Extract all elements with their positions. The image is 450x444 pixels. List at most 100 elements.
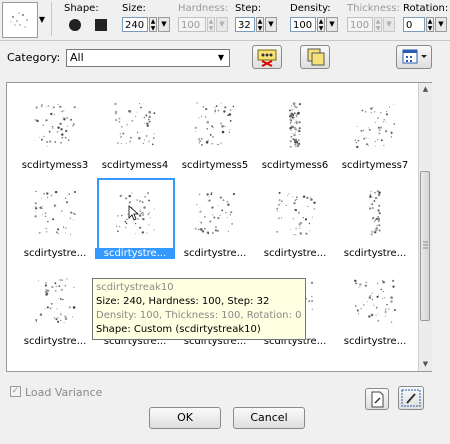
- brush-tip-button[interactable]: [398, 386, 424, 410]
- size-input[interactable]: 240: [122, 17, 148, 32]
- density-input[interactable]: 100: [290, 17, 316, 32]
- brush-name: scdirtystre...: [23, 248, 87, 259]
- brush-preset-dropdown-arrow[interactable]: ▼: [37, 14, 47, 26]
- brush-preview-icon: [10, 12, 28, 28]
- brush-item[interactable]: scdirtystre...: [335, 179, 415, 263]
- brush-name: scdirtymess7: [341, 160, 409, 171]
- tooltip-line-shape: Shape: Custom (scdirtystreak10): [96, 324, 261, 335]
- vertical-scrollbar[interactable]: ▲ ▼: [418, 83, 432, 371]
- step-spinner[interactable]: ▲ ▼: [256, 17, 264, 32]
- size-label: Size:: [122, 3, 146, 14]
- brush-name: scdirtymess4: [101, 160, 169, 171]
- brush-item[interactable]: scdirtystre...: [15, 179, 95, 263]
- brush-name: scdirtymess5: [181, 160, 249, 171]
- size-dropdown[interactable]: ▼: [158, 17, 170, 32]
- view-options-button[interactable]: [396, 45, 432, 69]
- brush-name: scdirtystre...: [23, 336, 87, 347]
- brush-stroke-icon: [116, 192, 155, 235]
- round-shape-button[interactable]: [66, 16, 84, 34]
- brush-item[interactable]: scdirtymess7: [335, 91, 415, 175]
- thickness-label: Thickness:: [347, 3, 400, 14]
- hardness-spinner[interactable]: ▲ ▼: [207, 17, 215, 32]
- brush-item[interactable]: scdirtymess5: [175, 91, 255, 175]
- brush-stroke-icon: [34, 104, 76, 147]
- brush-thumbnail: [259, 179, 331, 247]
- document-edit-icon: [371, 391, 384, 408]
- brush-thumbnail: [19, 267, 91, 335]
- shape-label: Shape:: [64, 3, 99, 14]
- load-variance-checkbox[interactable]: ✓: [10, 386, 21, 397]
- brush-thumbnail: [179, 91, 251, 159]
- brush-tip-icon: [401, 389, 421, 407]
- load-variance-label: Load Variance: [25, 386, 103, 399]
- rotation-input[interactable]: 0: [403, 17, 425, 32]
- brush-thumbnail: [339, 179, 411, 247]
- scrollbar-thumb[interactable]: [420, 171, 430, 321]
- scroll-up-arrow[interactable]: ▲: [419, 83, 432, 96]
- brush-item[interactable]: scdirtystre...: [175, 179, 255, 263]
- brush-stroke-icon: [194, 191, 235, 235]
- step-label: Step:: [235, 3, 262, 14]
- scroll-down-arrow[interactable]: ▼: [419, 358, 432, 371]
- brush-item[interactable]: scdirtymess4: [95, 91, 175, 175]
- density-spinner[interactable]: ▲ ▼: [317, 17, 325, 32]
- hardness-label: Hardness:: [178, 3, 229, 14]
- brush-thumbnail: [99, 91, 171, 159]
- brush-item[interactable]: scdirtystre...: [335, 267, 415, 351]
- category-select[interactable]: All ▼: [66, 49, 230, 67]
- brush-stroke-icon: [369, 190, 381, 236]
- brush-stroke-icon: [288, 102, 301, 148]
- rotation-dropdown[interactable]: ▼: [435, 17, 447, 32]
- brush-name: scdirtystre...: [263, 248, 327, 259]
- grid-view-icon: [402, 49, 427, 64]
- grip-icon: [423, 241, 428, 249]
- step-dropdown[interactable]: ▼: [265, 17, 277, 32]
- tooltip-title: scdirtystreak10: [96, 282, 174, 293]
- brush-thumbnail: [259, 91, 331, 159]
- brush-item[interactable]: scdirtystre...: [95, 178, 175, 263]
- brush-thumbnail: [339, 267, 411, 335]
- brush-item[interactable]: scdirtystre...: [255, 179, 335, 263]
- hardness-input[interactable]: 100: [178, 17, 206, 32]
- thickness-input[interactable]: 100: [347, 17, 373, 32]
- tooltip-line-density: Density: 100, Thickness: 100, Rotation: …: [96, 310, 302, 321]
- ok-button[interactable]: OK: [149, 407, 221, 429]
- square-shape-button[interactable]: [92, 16, 110, 34]
- brush-name: scdirtystre...: [343, 248, 407, 259]
- brush-thumbnail: [19, 179, 91, 247]
- brush-item[interactable]: scdirtystre...: [15, 267, 95, 351]
- brush-name: scdirtymess6: [261, 160, 329, 171]
- brush-stroke-icon: [354, 279, 396, 323]
- brush-name: scdirtystre...: [95, 248, 175, 259]
- brush-name: scdirtystre...: [183, 248, 247, 259]
- thickness-dropdown[interactable]: ▼: [383, 17, 395, 32]
- toolbar-separator: [51, 2, 52, 36]
- cancel-button[interactable]: Cancel: [233, 407, 305, 429]
- brush-item[interactable]: scdirtymess6: [255, 91, 335, 175]
- hardness-dropdown[interactable]: ▼: [216, 17, 228, 32]
- delete-brush-button[interactable]: [252, 45, 282, 69]
- brush-thumbnail: [19, 91, 91, 159]
- brush-tooltip: scdirtystreak10 Size: 240, Hardness: 100…: [92, 278, 306, 340]
- duplicate-brush-button[interactable]: [300, 45, 330, 69]
- chevron-down-icon: ▼: [217, 53, 225, 62]
- brush-name: scdirtymess3: [21, 160, 89, 171]
- brush-stroke-icon: [276, 191, 316, 236]
- size-spinner[interactable]: ▲ ▼: [149, 17, 157, 32]
- brush-preview[interactable]: [2, 2, 38, 38]
- delete-brush-icon: [257, 49, 277, 67]
- copy-icon: [307, 48, 325, 66]
- category-label: Category:: [7, 51, 61, 64]
- brush-name: scdirtystre...: [343, 336, 407, 347]
- brush-stroke-icon: [354, 104, 395, 149]
- brush-stroke-icon: [194, 102, 235, 146]
- density-dropdown[interactable]: ▼: [326, 17, 338, 32]
- square-shape-icon: [95, 19, 107, 31]
- thickness-spinner[interactable]: ▲ ▼: [374, 17, 382, 32]
- brush-item[interactable]: scdirtymess3: [15, 91, 95, 175]
- rotation-spinner[interactable]: ▲ ▼: [426, 17, 434, 32]
- category-value: All: [70, 51, 84, 64]
- edit-brush-button[interactable]: [365, 388, 389, 410]
- step-input[interactable]: 32: [235, 17, 255, 32]
- brush-stroke-icon: [114, 102, 156, 146]
